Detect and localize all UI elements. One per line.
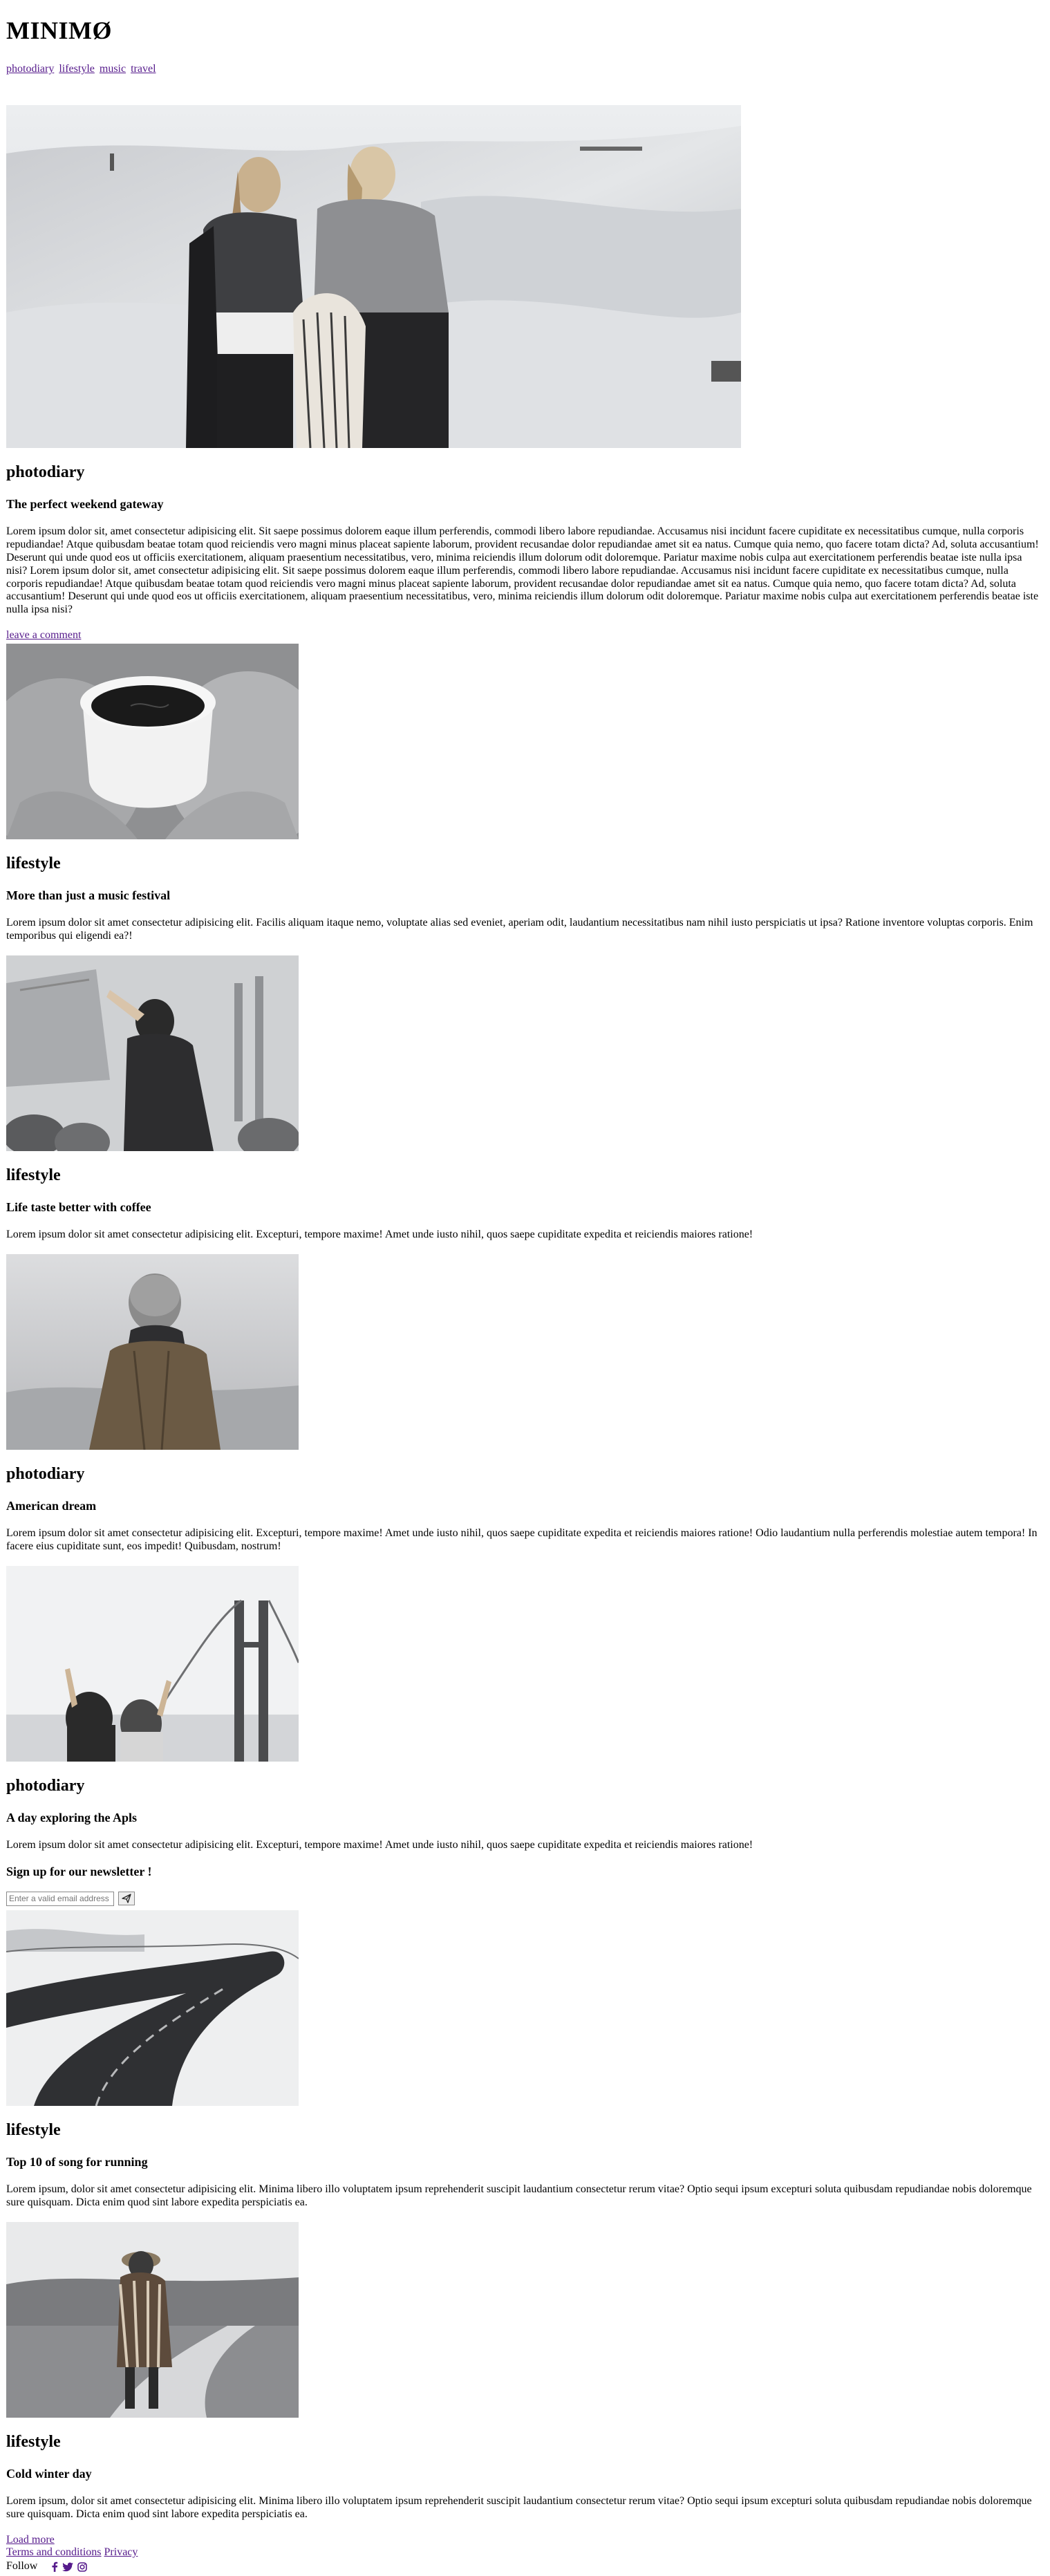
nav-link-music[interactable]: music: [100, 63, 126, 75]
post-category[interactable]: lifestyle: [6, 855, 1044, 874]
post-card: photodiary American dream Lorem ipsum do…: [6, 1253, 1044, 1553]
newsletter-title: Sign up for our newsletter !: [6, 1864, 152, 1878]
post-title[interactable]: The perfect weekend gateway: [6, 497, 1044, 512]
nav-link-travel[interactable]: travel: [131, 63, 156, 75]
post-excerpt: Lorem ipsum dolor sit amet consectetur a…: [6, 1527, 1038, 1552]
newsletter-submit-button[interactable]: [118, 1892, 135, 1906]
post-category[interactable]: lifestyle: [6, 1166, 1044, 1186]
footer: Load more Terms and conditions Privacy F…: [6, 2534, 1044, 2573]
follow-label: Follow: [6, 2560, 38, 2573]
newsletter-email-input[interactable]: [6, 1891, 114, 1906]
post-card: lifestyle Top 10 of song for running Lor…: [6, 1910, 1044, 2210]
load-more-link[interactable]: Load more: [6, 2534, 55, 2546]
nav-link-photodiary[interactable]: photodiary: [6, 63, 54, 75]
nav-link-lifestyle[interactable]: lifestyle: [59, 63, 95, 75]
newsletter-form: [6, 1891, 1044, 1906]
newsletter-section: Sign up for our newsletter !: [6, 1865, 1044, 1906]
post-excerpt: Lorem ipsum, dolor sit amet consectetur …: [6, 2183, 1032, 2208]
instagram-link[interactable]: [77, 2561, 88, 2572]
post-excerpt: Lorem ipsum, dolor sit amet consectetur …: [6, 2494, 1032, 2520]
post-title[interactable]: Life taste better with coffee: [6, 1200, 1044, 1215]
post-image[interactable]: [6, 1253, 299, 1450]
post-card: lifestyle More than just a music festiva…: [6, 643, 1044, 943]
featured-image-graphic: [6, 104, 741, 448]
post-title[interactable]: Cold winter day: [6, 2467, 1044, 2481]
page: MINIMØ photodiary lifestyle music travel: [0, 17, 1050, 2573]
featured-post-image[interactable]: [6, 104, 741, 448]
facebook-link[interactable]: [51, 2561, 58, 2573]
instagram-icon: [77, 2561, 88, 2572]
main-nav: photodiary lifestyle music travel: [6, 63, 1044, 75]
featured-post: photodiary The perfect weekend gateway L…: [6, 104, 1044, 644]
site-logo[interactable]: MINIMØ: [6, 17, 1044, 45]
leave-comment-link[interactable]: leave a comment: [6, 629, 81, 642]
post-title[interactable]: Top 10 of song for running: [6, 2155, 1044, 2169]
post-image[interactable]: [6, 643, 299, 839]
post-image[interactable]: [6, 1910, 299, 2106]
post-excerpt: Lorem ipsum dolor sit amet consectetur a…: [6, 1839, 753, 1851]
paper-plane-icon: [122, 1894, 131, 1903]
post-category[interactable]: photodiary: [6, 1465, 1044, 1484]
post-image[interactable]: [6, 2221, 299, 2418]
follow-row: Follow: [6, 2560, 1044, 2573]
privacy-link[interactable]: Privacy: [104, 2546, 138, 2558]
post-card: photodiary A day exploring the Apls Lore…: [6, 1565, 1044, 1852]
post-excerpt: Lorem ipsum dolor sit amet consectetur a…: [6, 916, 1033, 942]
post-category[interactable]: photodiary: [6, 1777, 1044, 1796]
beanie-person-graphic: [6, 1253, 299, 1450]
festival-graphic: [6, 955, 299, 1151]
post-image[interactable]: [6, 1565, 299, 1762]
post-excerpt: Lorem ipsum dolor sit, amet consectetur …: [6, 525, 1039, 616]
coffee-mittens-graphic: [6, 643, 299, 839]
post-card: lifestyle Life taste better with coffee …: [6, 955, 1044, 1242]
post-category[interactable]: lifestyle: [6, 2121, 1044, 2140]
post-title[interactable]: A day exploring the Apls: [6, 1811, 1044, 1825]
bridge-friends-graphic: [6, 1565, 299, 1762]
twitter-link[interactable]: [62, 2562, 74, 2572]
terms-link[interactable]: Terms and conditions: [6, 2546, 102, 2558]
post-excerpt: Lorem ipsum dolor sit amet consectetur a…: [6, 1228, 753, 1240]
twitter-icon: [62, 2562, 74, 2571]
footer-links: Terms and conditions Privacy: [6, 2546, 1044, 2559]
post-category[interactable]: photodiary: [6, 463, 1044, 483]
post-title[interactable]: More than just a music festival: [6, 888, 1044, 903]
post-image[interactable]: [6, 955, 299, 1151]
post-category[interactable]: lifestyle: [6, 2433, 1044, 2452]
facebook-icon: [52, 2561, 58, 2573]
post-title[interactable]: American dream: [6, 1499, 1044, 1513]
walking-woman-graphic: [6, 2221, 299, 2418]
post-card: lifestyle Cold winter day Lorem ipsum, d…: [6, 2221, 1044, 2521]
snowy-road-graphic: [6, 1910, 299, 2106]
